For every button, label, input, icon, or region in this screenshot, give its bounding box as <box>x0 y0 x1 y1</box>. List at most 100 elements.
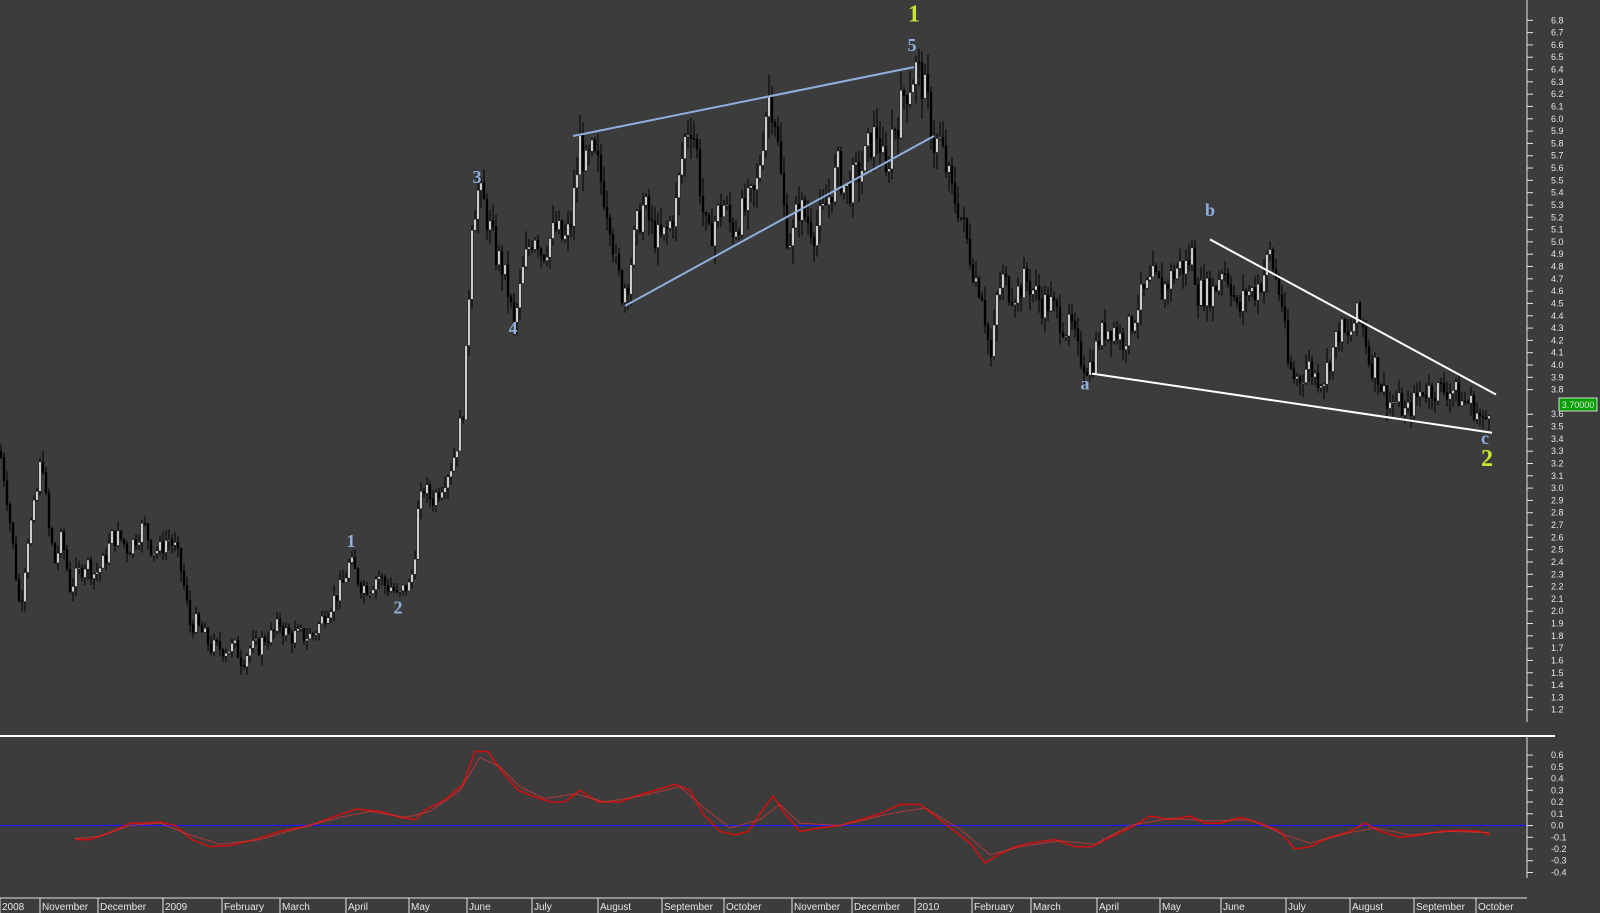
candle-body <box>155 550 159 554</box>
candle-body <box>1340 319 1344 343</box>
candle-body <box>1130 316 1134 332</box>
candle-body <box>365 585 369 595</box>
oscillator-tick-label: 0.3 <box>1551 785 1564 795</box>
candle-body <box>1043 294 1047 318</box>
candle-body <box>407 581 411 592</box>
candle-body <box>530 246 534 250</box>
candle-body <box>536 240 540 249</box>
candle-body <box>1325 362 1329 385</box>
candle-body <box>1118 333 1122 340</box>
candle-body <box>341 579 345 583</box>
candle-body <box>299 627 303 630</box>
time-tick-label: February <box>974 902 1014 913</box>
wave-label: b <box>1205 200 1215 220</box>
candle-body <box>503 264 507 275</box>
candle-body <box>731 221 735 238</box>
candle-body <box>944 145 948 173</box>
candle-body <box>1007 276 1011 303</box>
candle-body <box>719 205 723 218</box>
candle-body <box>236 640 240 658</box>
candle-body <box>1244 290 1248 296</box>
candle-body <box>1460 400 1464 406</box>
candle-body <box>1247 291 1251 296</box>
candle-body <box>779 141 783 174</box>
time-tick-label: August <box>600 902 631 913</box>
candle-body <box>1061 332 1065 337</box>
candle-body <box>953 183 957 204</box>
candle-body <box>611 234 615 255</box>
candle-body <box>1046 294 1050 312</box>
candle-body <box>572 187 576 227</box>
candle-body <box>170 539 174 546</box>
candle-body <box>896 130 900 139</box>
candle-body <box>179 548 183 572</box>
candle-body <box>17 579 21 601</box>
candle-body <box>644 196 648 206</box>
candle-body <box>701 196 705 213</box>
oscillator-tick-label: 0.5 <box>1551 762 1564 772</box>
candle-body <box>1097 341 1101 346</box>
candle-body <box>878 138 882 153</box>
price-tick-label: 4.6 <box>1551 286 1564 296</box>
price-tick-label: 4.0 <box>1551 360 1564 370</box>
time-tick-label: October <box>726 902 762 913</box>
price-tick-label: 2.7 <box>1551 520 1564 530</box>
candle-body <box>296 628 300 632</box>
candle-body <box>200 624 204 633</box>
candle-body <box>1397 392 1401 402</box>
candle-body <box>1253 287 1257 301</box>
candle-body <box>167 539 171 541</box>
candle-body <box>485 198 489 231</box>
candle-body <box>1205 277 1209 306</box>
candle-body <box>1313 373 1317 378</box>
candle-body <box>1376 357 1380 385</box>
candle-body <box>539 248 543 256</box>
candle-body <box>1280 294 1284 307</box>
candle-body <box>1004 273 1008 278</box>
candle-body <box>164 540 168 553</box>
candle-body <box>1322 384 1326 387</box>
candle-body <box>440 491 444 498</box>
candle-body <box>422 491 426 494</box>
candle-body <box>74 567 78 587</box>
candle-body <box>353 557 357 569</box>
candle-body <box>335 595 339 602</box>
candle-body <box>410 574 414 583</box>
time-tick-label: May <box>411 902 430 913</box>
candle-body <box>434 492 438 506</box>
candle-body <box>767 95 771 117</box>
candle-body <box>215 639 219 642</box>
candle-body <box>728 204 732 223</box>
candle-body <box>692 138 696 140</box>
candle-body <box>326 617 330 624</box>
candle-body <box>1073 320 1077 329</box>
candle-body <box>707 214 711 224</box>
candle-body <box>467 299 471 346</box>
time-tick-label: April <box>1099 902 1119 913</box>
candle-body <box>755 177 759 190</box>
candle-body <box>194 613 198 633</box>
candle-body <box>1163 283 1167 300</box>
candle-body <box>581 135 585 172</box>
price-tick-label: 6.7 <box>1551 28 1564 38</box>
candle-body <box>104 555 108 563</box>
candle-body <box>254 639 258 641</box>
candle-body <box>587 150 591 152</box>
candle-body <box>323 616 327 624</box>
candle-body <box>29 519 33 544</box>
candle-body <box>1157 271 1161 279</box>
candle-body <box>392 587 396 591</box>
candle-body <box>1298 376 1302 384</box>
candle-body <box>1271 249 1275 270</box>
candle-body <box>674 197 678 227</box>
time-tick-label: February <box>224 902 264 913</box>
price-tick-label: 4.1 <box>1551 348 1564 358</box>
candle-body <box>596 150 600 156</box>
candle-body <box>1199 280 1203 306</box>
candle-body <box>584 150 588 172</box>
candle-body <box>1256 284 1260 301</box>
candle-body <box>1133 322 1137 332</box>
candle-body <box>875 126 879 139</box>
candle-body <box>1172 270 1176 279</box>
candle-body <box>1217 279 1221 292</box>
